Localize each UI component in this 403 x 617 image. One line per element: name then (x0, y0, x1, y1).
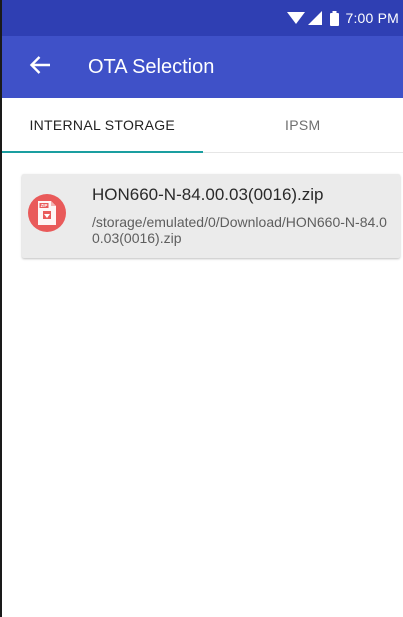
tab-label: INTERNAL STORAGE (29, 117, 176, 133)
tab-bar: INTERNAL STORAGE IPSM (2, 98, 403, 153)
tab-internal-storage[interactable]: INTERNAL STORAGE (2, 98, 203, 153)
tab-label: IPSM (285, 117, 321, 133)
cell-signal-icon (308, 11, 323, 25)
status-bar: 7:00 PM (2, 0, 403, 36)
page-title: OTA Selection (88, 55, 215, 78)
screen: 7:00 PM OTA Selection INTERNAL STORAGE I… (0, 0, 403, 617)
wifi-icon (287, 11, 306, 25)
file-name: HON660-N-84.00.03(0016).zip (92, 185, 324, 204)
svg-text:ZIP: ZIP (41, 203, 48, 208)
tab-ipsm[interactable]: IPSM (203, 98, 403, 152)
file-path: /storage/emulated/0/Download/HON660-N-84… (92, 214, 387, 246)
status-icons: 7:00 PM (287, 0, 399, 36)
app-bar: OTA Selection (2, 36, 403, 98)
arrow-back-icon (29, 55, 51, 80)
battery-icon (330, 10, 340, 26)
status-time: 7:00 PM (345, 10, 399, 26)
zip-file-icon: ZIP (28, 194, 66, 232)
file-list-item[interactable]: ZIP HON660-N-84.00.03(0016).zip /storage… (22, 174, 400, 258)
back-button[interactable] (20, 47, 60, 87)
tab-indicator (2, 151, 203, 153)
